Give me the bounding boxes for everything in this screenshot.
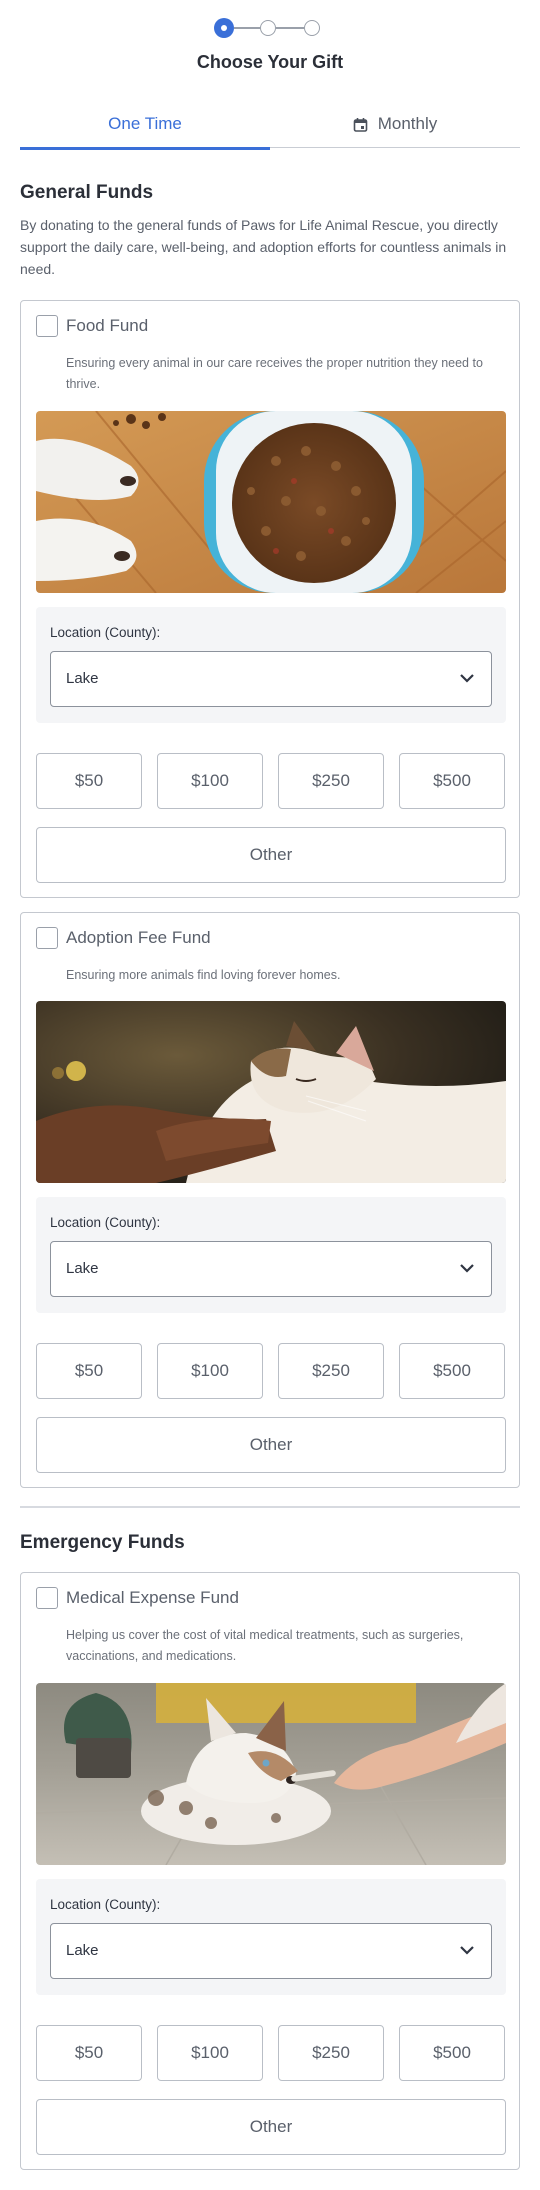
fund-card-adoption-fee: Adoption Fee Fund Ensuring more animals … (20, 912, 520, 1488)
step-2-indicator (260, 20, 276, 36)
location-label: Location (County): (50, 1897, 161, 1912)
step-title: Choose Your Gift (196, 52, 344, 72)
county-select-value: Lake (66, 670, 99, 687)
other-amount-button[interactable]: Other (36, 1417, 506, 1473)
fund-description: Ensuring more animals find loving foreve… (66, 968, 341, 982)
dog-paws-food-bowl-photo (36, 411, 506, 593)
fund-description: Ensuring every animal in our care receiv… (66, 356, 483, 391)
section-divider (20, 1506, 520, 1508)
fund-title: Food Fund (66, 316, 149, 335)
county-select-value: Lake (66, 1942, 99, 1959)
fund-checkbox[interactable] (36, 1587, 58, 1609)
fund-title: Medical Expense Fund (66, 1588, 239, 1607)
fund-title: Adoption Fee Fund (66, 928, 211, 947)
amount-button-50[interactable]: $50 (36, 753, 142, 809)
section-title-emergency-funds: Emergency Funds (20, 1532, 185, 1553)
section-title-general-funds: General Funds (20, 182, 154, 203)
tab-label: Monthly (377, 114, 438, 133)
amount-button-500[interactable]: $500 (399, 1343, 505, 1399)
county-select[interactable]: Lake (50, 1923, 492, 1979)
cat-being-petted-photo (36, 1001, 506, 1183)
amount-button-250[interactable]: $250 (278, 753, 384, 809)
calendar-icon (353, 117, 368, 132)
chevron-down-icon (460, 1264, 474, 1273)
chevron-down-icon (460, 674, 474, 683)
chevron-down-icon (460, 1946, 474, 1955)
county-select-value: Lake (66, 1260, 99, 1277)
step-connector (234, 27, 260, 29)
fund-checkbox[interactable] (36, 315, 58, 337)
tab-one-time[interactable]: One Time (20, 100, 270, 150)
amount-button-50[interactable]: $50 (36, 2025, 142, 2081)
county-select[interactable]: Lake (50, 651, 492, 707)
fund-checkbox[interactable] (36, 927, 58, 949)
amount-button-500[interactable]: $500 (399, 2025, 505, 2081)
fund-card-food: Food Fund Ensuring every animal in our c… (20, 300, 520, 898)
other-amount-button[interactable]: Other (36, 827, 506, 883)
section-description: By donating to the general funds of Paws… (20, 217, 507, 277)
progress-stepper (214, 18, 326, 38)
step-1-indicator (214, 18, 234, 38)
fund-card-medical-expense: Medical Expense Fund Helping us cover th… (20, 1572, 520, 2170)
county-select[interactable]: Lake (50, 1241, 492, 1297)
fund-description: Helping us cover the cost of vital medic… (66, 1628, 464, 1663)
location-label: Location (County): (50, 625, 161, 640)
donation-page: Choose Your Gift One Time Monthly Genera… (0, 0, 540, 2190)
location-panel: Location (County): Lake (36, 1879, 506, 1995)
amount-button-250[interactable]: $250 (278, 1343, 384, 1399)
location-panel: Location (County): Lake (36, 1197, 506, 1313)
amount-button-50[interactable]: $50 (36, 1343, 142, 1399)
amount-button-250[interactable]: $250 (278, 2025, 384, 2081)
amount-button-100[interactable]: $100 (157, 1343, 263, 1399)
tab-label: One Time (108, 114, 182, 133)
amount-button-100[interactable]: $100 (157, 753, 263, 809)
amount-button-500[interactable]: $500 (399, 753, 505, 809)
frequency-tabs: One Time Monthly (20, 100, 520, 150)
step-connector (276, 27, 304, 29)
location-label: Location (County): (50, 1215, 161, 1230)
amount-button-100[interactable]: $100 (157, 2025, 263, 2081)
other-amount-button[interactable]: Other (36, 2099, 506, 2155)
step-3-indicator (304, 20, 320, 36)
tab-monthly[interactable]: Monthly (270, 100, 520, 148)
location-panel: Location (County): Lake (36, 607, 506, 723)
puppy-receiving-medicine-photo (36, 1683, 506, 1865)
